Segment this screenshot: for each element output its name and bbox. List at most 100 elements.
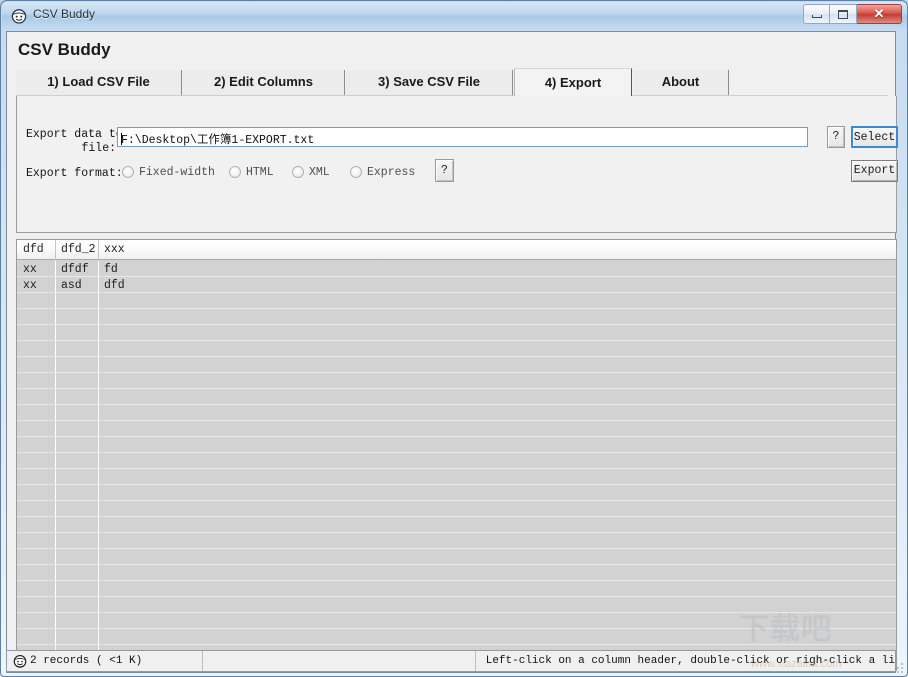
grid-column-divider (55, 629, 56, 644)
grid-column-divider (98, 501, 99, 516)
grid-column-divider (55, 357, 56, 372)
grid-column-divider (55, 325, 56, 340)
table-row[interactable] (17, 453, 896, 469)
table-row[interactable] (17, 373, 896, 389)
select-file-button[interactable]: Select (851, 126, 898, 148)
radio-indicator-icon (229, 166, 241, 178)
radio-indicator-icon (292, 166, 304, 178)
resize-grip-icon[interactable] (892, 661, 904, 673)
grid-column-divider (98, 421, 99, 436)
status-smiley-face-icon (13, 654, 27, 668)
table-row[interactable] (17, 533, 896, 549)
table-row[interactable] (17, 405, 896, 421)
tab-2-edit-columns[interactable]: 2) Edit Columns (183, 70, 345, 96)
radio-label: Express (367, 165, 416, 179)
table-row[interactable] (17, 501, 896, 517)
export-file-path-input[interactable]: F:\Desktop\工作簿1-EXPORT.txt (117, 127, 808, 147)
tab-4-export[interactable]: 4) Export (514, 68, 632, 96)
table-cell: xx (23, 263, 37, 276)
grid-column-divider (55, 613, 56, 628)
export-panel: Export data to file: F:\Desktop\工作簿1-EXPO… (16, 96, 898, 233)
close-icon: ✕ (873, 6, 885, 21)
grid-column-divider (55, 341, 56, 356)
maximize-button[interactable] (830, 4, 857, 24)
radio-indicator-icon (350, 166, 362, 178)
grid-column-divider (98, 613, 99, 628)
file-help-button[interactable]: ? (827, 126, 845, 148)
application-window: CSV Buddy ✕ CSV Buddy 1) Load CSV File 2)… (0, 0, 908, 677)
table-row[interactable] (17, 517, 896, 533)
grid-column-divider (98, 309, 99, 324)
grid-column-divider (98, 373, 99, 388)
tab-1-load-csv-file[interactable]: 1) Load CSV File (16, 70, 182, 96)
client-area: CSV Buddy 1) Load CSV File 2) Edit Column… (6, 31, 898, 673)
status-records-text: 2 records ( <1 K) (30, 655, 143, 667)
table-row[interactable]: xx dfdf fd (17, 261, 896, 277)
status-middle-pane (203, 651, 476, 671)
grid-column-divider (55, 597, 56, 612)
grid-column-divider (98, 517, 99, 532)
grid-header-divider (55, 240, 56, 260)
grid-column-divider (98, 549, 99, 564)
grid-column-divider (98, 565, 99, 580)
grid-column-header[interactable]: dfd (23, 243, 44, 256)
table-row[interactable] (17, 437, 896, 453)
radio-label: HTML (246, 165, 274, 179)
grid-column-divider (98, 533, 99, 548)
table-row[interactable] (17, 341, 896, 357)
table-row[interactable] (17, 357, 896, 373)
radio-label: XML (309, 165, 330, 179)
radio-xml[interactable]: XML (292, 164, 330, 180)
export-file-path-value: F:\Desktop\工作簿1-EXPORT.txt (121, 134, 315, 147)
table-row[interactable] (17, 629, 896, 645)
window-frame: CSV Buddy ✕ CSV Buddy 1) Load CSV File 2)… (0, 0, 908, 677)
table-row[interactable] (17, 613, 896, 629)
table-row[interactable] (17, 549, 896, 565)
app-smiley-face-icon (11, 8, 27, 24)
tab-3-save-csv-file[interactable]: 3) Save CSV File (346, 70, 513, 96)
table-cell: fd (104, 263, 118, 276)
tab-about[interactable]: About (633, 70, 729, 96)
export-button[interactable]: Export (851, 160, 898, 182)
table-row[interactable] (17, 581, 896, 597)
status-records-pane: 2 records ( <1 K) (7, 651, 204, 671)
table-row[interactable] (17, 421, 896, 437)
table-cell: xx (23, 279, 37, 292)
table-row[interactable] (17, 309, 896, 325)
minimize-button[interactable] (803, 4, 830, 24)
grid-column-divider (55, 437, 56, 452)
table-row[interactable] (17, 485, 896, 501)
grid-column-divider (55, 549, 56, 564)
grid-column-divider (55, 277, 56, 292)
grid-column-header[interactable]: dfd_2 (61, 243, 96, 256)
format-help-button[interactable]: ? (435, 159, 454, 182)
table-row[interactable] (17, 565, 896, 581)
grid-column-divider (98, 341, 99, 356)
data-grid[interactable]: dfd dfd_2 xxx xx dfdf fd xx asd dfd (16, 239, 897, 671)
grid-header-row[interactable]: dfd dfd_2 xxx (17, 240, 896, 260)
table-row[interactable] (17, 325, 896, 341)
grid-column-divider (55, 501, 56, 516)
radio-express[interactable]: Express (350, 164, 415, 180)
minimize-icon (812, 15, 822, 18)
table-cell: asd (61, 279, 82, 292)
grid-column-divider (55, 469, 56, 484)
window-controls: ✕ (803, 4, 902, 24)
table-cell: dfd (104, 279, 125, 292)
radio-html[interactable]: HTML (229, 164, 274, 180)
status-hint-text: Left-click on a column header, double-cl… (485, 655, 895, 667)
table-row[interactable] (17, 469, 896, 485)
grid-column-divider (98, 325, 99, 340)
table-row[interactable]: xx asd dfd (17, 277, 896, 293)
grid-column-divider (98, 581, 99, 596)
table-row[interactable] (17, 293, 896, 309)
page-title: CSV Buddy (18, 40, 111, 59)
grid-column-header[interactable]: xxx (104, 243, 125, 256)
title-bar[interactable]: CSV Buddy ✕ (2, 2, 907, 29)
close-button[interactable]: ✕ (857, 4, 902, 24)
grid-column-divider (98, 261, 99, 276)
table-row[interactable] (17, 597, 896, 613)
grid-column-divider (55, 405, 56, 420)
radio-fixed-width[interactable]: Fixed-width (122, 164, 215, 180)
table-row[interactable] (17, 389, 896, 405)
